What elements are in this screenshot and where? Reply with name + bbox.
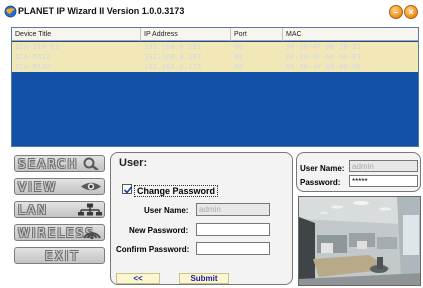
- camera-preview: [298, 196, 421, 286]
- column-header-ip-address[interactable]: IP Address: [141, 28, 231, 41]
- cell-mac: 00-30-4F-A0-00-0B: [286, 63, 362, 71]
- minimize-button[interactable]: –: [389, 5, 403, 19]
- search-button-label: SEARCH: [18, 157, 79, 171]
- lan-button[interactable]: LAN: [14, 201, 105, 218]
- username-label: User Name:: [144, 206, 189, 215]
- close-button[interactable]: ×: [404, 5, 418, 19]
- change-password-checkbox[interactable]: [122, 184, 133, 194]
- magnifier-icon: [83, 157, 99, 170]
- login-username-label: User Name:: [300, 164, 345, 173]
- minimize-icon: –: [393, 6, 399, 17]
- new-password-input[interactable]: [196, 223, 270, 236]
- user-panel-title: User:: [119, 157, 148, 169]
- exit-button[interactable]: EXIT: [14, 247, 105, 264]
- view-button-label: VIEW: [18, 180, 58, 194]
- cell-port: 80: [234, 43, 243, 51]
- app-title: PLANET IP Wizard II Version 1.0.0.3173: [18, 6, 185, 16]
- exit-button-label: EXIT: [45, 249, 80, 263]
- login-password-label: Password:: [300, 178, 341, 187]
- cell-device-title: ICA-M312: [15, 53, 51, 61]
- camera-image: [299, 197, 420, 285]
- table-row[interactable]: ICA-310-E3 192.168.0.101 80 00-30-4F-6B-…: [12, 42, 418, 52]
- search-button[interactable]: SEARCH: [14, 155, 105, 172]
- confirm-password-input[interactable]: [196, 242, 270, 255]
- login-username-input[interactable]: [349, 160, 418, 172]
- submit-button[interactable]: Submit: [179, 273, 229, 284]
- cell-mac: 00-30-4F-A0-00-E3: [286, 53, 362, 61]
- device-table[interactable]: Device Title IP Address Port MAC ICA-310…: [11, 27, 419, 147]
- table-row[interactable]: ICA-M130 192.168.0.115 80 00-30-4F-A0-00…: [12, 62, 418, 72]
- title-bar: PLANET IP Wizard II Version 1.0.0.3173 –…: [0, 0, 423, 26]
- cell-device-title: ICA-M130: [15, 63, 51, 71]
- planet-logo-icon: [4, 5, 17, 18]
- confirm-password-label: Confirm Password:: [116, 245, 190, 254]
- close-icon: ×: [408, 6, 414, 17]
- table-header: Device Title IP Address Port MAC: [12, 28, 418, 41]
- eye-icon: [81, 182, 101, 191]
- back-button[interactable]: <<: [116, 273, 160, 284]
- column-header-port[interactable]: Port: [231, 28, 283, 41]
- wireless-button[interactable]: WIRELESS: [14, 224, 105, 241]
- user-settings-panel: User:: [110, 152, 293, 285]
- new-password-label: New Password:: [129, 226, 189, 235]
- view-button[interactable]: VIEW: [14, 178, 105, 195]
- cell-device-title: ICA-310-E3: [15, 43, 60, 51]
- cell-mac: 00-30-4F-6B-2B-22: [286, 43, 362, 51]
- cell-port: 80: [234, 53, 243, 61]
- column-header-mac[interactable]: MAC: [283, 28, 418, 41]
- cell-ip-address: 192.168.0.102: [144, 53, 202, 61]
- cell-ip-address: 192.168.0.115: [144, 63, 202, 71]
- wireless-signal-icon: [83, 232, 101, 239]
- table-row[interactable]: ICA-M312 192.168.0.102 80 00-30-4F-A0-00…: [12, 52, 418, 62]
- checkmark-icon: [123, 186, 133, 194]
- username-input[interactable]: [196, 203, 270, 216]
- cell-port: 80: [234, 63, 243, 71]
- cell-ip-address: 192.168.0.101: [144, 43, 202, 51]
- network-icon: [78, 203, 102, 216]
- change-password-label[interactable]: Change Password: [134, 185, 219, 197]
- login-password-input[interactable]: [349, 175, 418, 187]
- lan-button-label: LAN: [18, 203, 49, 217]
- column-header-device-title[interactable]: Device Title: [12, 28, 141, 41]
